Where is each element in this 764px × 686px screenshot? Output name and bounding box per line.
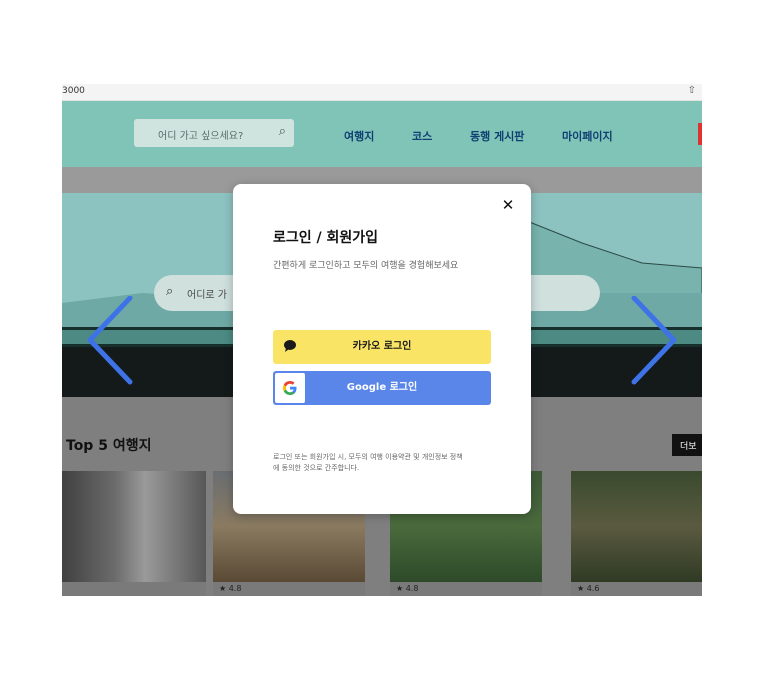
kakao-login-button[interactable]: 카카오 로그인	[273, 330, 491, 364]
destination-rating	[62, 582, 206, 596]
carousel-next-arrow[interactable]	[624, 295, 684, 386]
modal-title: 로그인 / 회원가입	[273, 230, 379, 246]
url-text: 3000	[62, 86, 85, 96]
nav-item-destinations[interactable]: 여행지	[344, 128, 374, 144]
stage: 3000 ⇧ 어디 가고 싶으세요? ⌕ 여행지 코스 동행 게시판 마이페이지	[0, 0, 764, 686]
google-login-label: Google 로그인	[346, 382, 418, 393]
chevron-right-icon	[631, 295, 677, 385]
nav-item-companion-board[interactable]: 동행 게시판	[470, 128, 524, 144]
nav-accent	[698, 123, 702, 145]
nav-search-placeholder: 어디 가고 싶으세요?	[158, 131, 244, 142]
chat-bubble-icon	[284, 340, 296, 352]
google-login-button[interactable]: Google 로그인	[273, 371, 491, 405]
more-button[interactable]: 더보	[672, 434, 702, 456]
terms-line-1: 로그인 또는 회원가입 시, 모두의 여행 이용약관 및 개인정보 정책	[273, 453, 463, 461]
top-nav: 어디 가고 싶으세요? ⌕ 여행지 코스 동행 게시판 마이페이지	[62, 101, 702, 167]
destination-image	[62, 471, 206, 582]
modal-subtitle: 간편하게 로그인하고 모두의 여행을 경험해보세요	[273, 261, 459, 271]
nav-item-course[interactable]: 코스	[412, 128, 432, 144]
share-icon[interactable]: ⇧	[688, 85, 696, 96]
destination-card[interactable]: ★ 4.6	[571, 471, 702, 596]
search-icon: ⌕	[166, 284, 174, 299]
terms-notice: 로그인 또는 회원가입 시, 모두의 여행 이용약관 및 개인정보 정책 에 동…	[273, 452, 505, 474]
hero-search-placeholder: 어디로 가	[187, 290, 227, 301]
top5-heading: Top 5 여행지	[66, 438, 152, 454]
browser-url-bar: 3000 ⇧	[62, 84, 702, 101]
google-logo-box	[275, 373, 305, 403]
google-g-icon	[283, 381, 297, 395]
search-icon[interactable]: ⌕	[279, 124, 286, 139]
nav-item-mypage[interactable]: 마이페이지	[562, 128, 613, 144]
close-icon[interactable]: ✕	[499, 196, 517, 214]
terms-line-2: 에 동의한 것으로 간주합니다.	[273, 464, 360, 472]
login-modal: ✕ 로그인 / 회원가입 간편하게 로그인하고 모두의 여행을 경험해보세요 카…	[233, 184, 531, 514]
destination-rating: ★ 4.6	[571, 582, 702, 596]
destination-card[interactable]	[62, 471, 206, 596]
chevron-left-icon	[87, 295, 133, 385]
destination-rating: ★ 4.8	[390, 582, 542, 596]
carousel-prev-arrow[interactable]	[80, 295, 140, 386]
kakao-login-label: 카카오 로그인	[352, 341, 412, 352]
nav-search-input[interactable]: 어디 가고 싶으세요? ⌕	[134, 119, 294, 147]
destination-image	[571, 471, 702, 582]
destination-rating: ★ 4.8	[213, 582, 365, 596]
